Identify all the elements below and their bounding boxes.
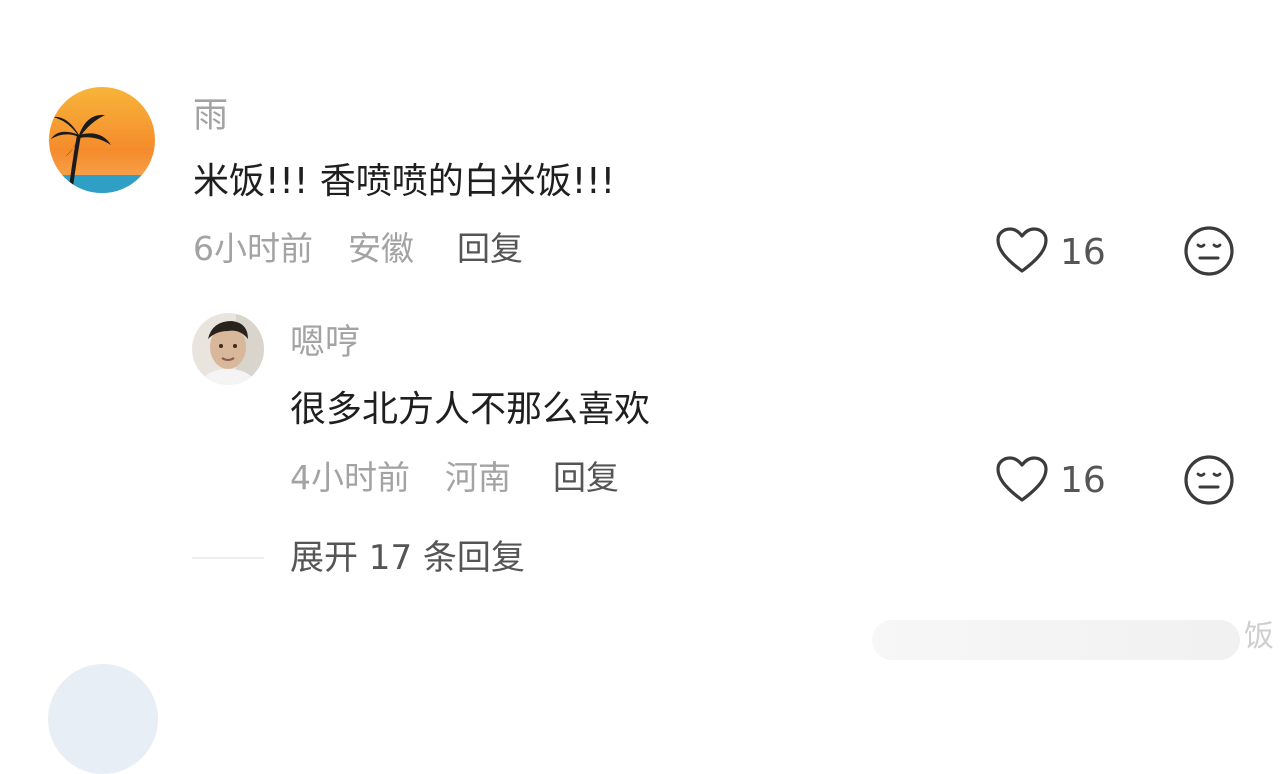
comment-time: 6小时前 (193, 229, 313, 268)
reply-time: 4小时前 (290, 458, 410, 497)
like-count: 16 (1060, 460, 1106, 501)
watermark-badge (872, 620, 1240, 660)
reply-button[interactable]: 回复 (553, 461, 619, 494)
heart-outline-icon[interactable] (995, 455, 1049, 505)
comment-location: 安徽 (348, 229, 414, 268)
avatar-commenter-yu[interactable] (49, 87, 155, 193)
sunset-palm-avatar-image (49, 87, 155, 193)
reply-username[interactable]: 嗯哼 (290, 326, 360, 361)
heart-outline-icon[interactable] (995, 226, 1049, 276)
reply-text: 很多北方人不那么喜欢 (290, 389, 651, 430)
neutral-face-icon[interactable] (1183, 225, 1235, 277)
comment-text: 米饭!!! 香喷喷的白米饭!!! (193, 161, 616, 202)
expand-replies-button[interactable]: 展开 17 条回复 (290, 541, 525, 575)
next-comment-avatar[interactable] (48, 664, 158, 774)
reply-button[interactable]: 回复 (457, 232, 523, 265)
reply-location: 河南 (445, 458, 511, 497)
neutral-face-icon[interactable] (1183, 454, 1235, 506)
avatar-replier-enheng[interactable] (192, 313, 264, 385)
watermark-text: 饭 (1244, 619, 1274, 654)
person-photo-avatar-image (192, 313, 264, 385)
comment-username[interactable]: 雨 (193, 99, 228, 134)
expand-divider (192, 557, 264, 559)
like-count: 16 (1060, 232, 1106, 273)
